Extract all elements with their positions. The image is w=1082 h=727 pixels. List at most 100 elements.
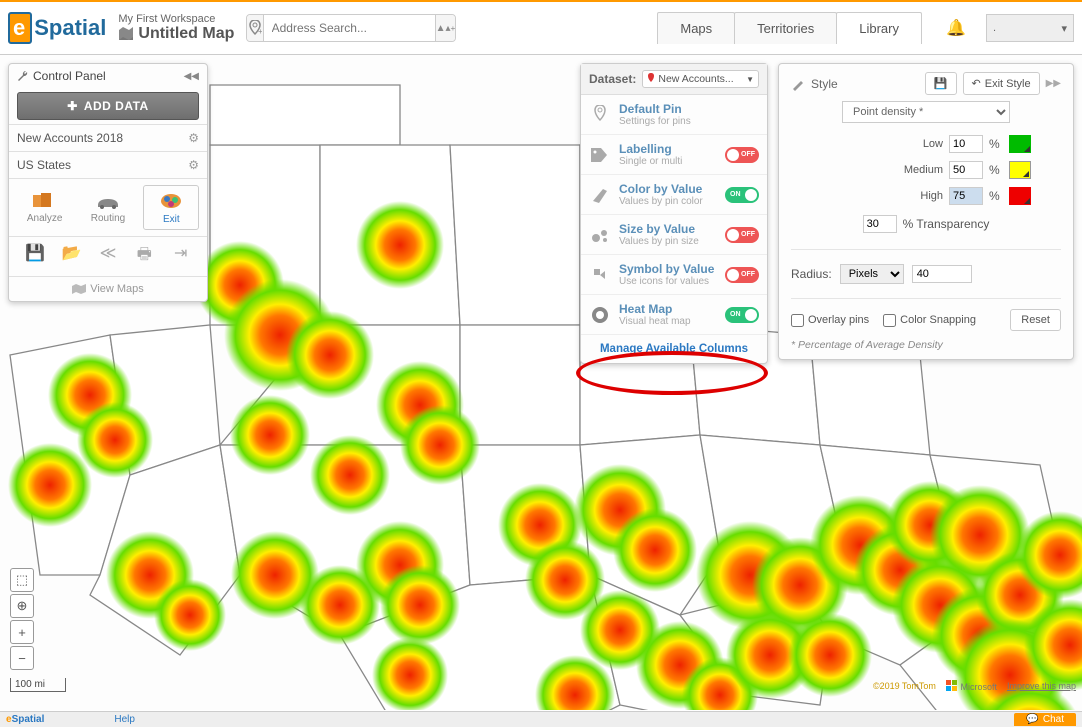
footer-logo: eSpatial (6, 714, 44, 725)
map-zoom-controls: ⬚ ⊕ + − (10, 568, 34, 670)
workspace-block: My First Workspace Untitled Map (118, 13, 234, 43)
expand-icon[interactable]: ▶▶ (1046, 78, 1061, 89)
brush-icon (791, 77, 805, 91)
high-input[interactable] (949, 187, 983, 205)
medium-color-swatch[interactable] (1009, 161, 1031, 179)
map-attribution: ©2019 TomTom Microsoft Improve this map (873, 680, 1076, 692)
low-input[interactable] (949, 135, 983, 153)
tab-territories[interactable]: Territories (734, 12, 837, 44)
help-link[interactable]: Help (114, 714, 135, 725)
shapes-icon (589, 267, 611, 283)
action-icons-row: 💾 📂 ≪ 🖶 ⇥ (9, 236, 207, 276)
toggle-heat[interactable]: ON (725, 307, 759, 323)
control-panel-header: Control Panel ◀◀ (9, 64, 207, 88)
transparency-input[interactable] (863, 215, 897, 233)
ds-item-size-by-value[interactable]: Size by ValueValues by pin size OFF (581, 215, 767, 255)
ds-item-heat-map[interactable]: Heat MapVisual heat map ON (581, 295, 767, 335)
dataset-row[interactable]: US States ⚙ (9, 151, 207, 178)
control-panel: Control Panel ◀◀ ✚ ADD DATA New Accounts… (8, 63, 208, 302)
toggle-labelling[interactable]: OFF (725, 147, 759, 163)
pin-icon (589, 105, 611, 125)
tab-library[interactable]: Library (836, 12, 922, 44)
collapse-icon[interactable]: ◀◀ (184, 71, 199, 82)
dataset-row[interactable]: New Accounts 2018 ⚙ (9, 124, 207, 151)
radius-unit-select[interactable]: Pixels (840, 264, 904, 284)
density-medium-row: Medium % (791, 161, 1061, 179)
search-pin-icon[interactable]: + (247, 15, 263, 41)
density-high-row: High % (791, 187, 1061, 205)
nav-tabs: Maps Territories Library (658, 12, 922, 44)
share-icon[interactable]: ≪ (98, 243, 118, 270)
density-low-row: Low % (791, 135, 1061, 153)
zoom-in-button[interactable]: + (10, 620, 34, 644)
gear-icon[interactable]: ⚙ (188, 158, 199, 172)
dataset-header: Dataset: New Accounts... ▼ (581, 64, 767, 95)
options-row: Overlay pins Color Snapping Reset (791, 309, 1061, 331)
control-panel-title: Control Panel (33, 69, 106, 83)
palette-icon (589, 187, 611, 203)
notifications-icon[interactable]: 🔔 (942, 14, 970, 42)
ds-item-labelling[interactable]: LabellingSingle or multi OFF (581, 135, 767, 175)
ds-item-default-pin[interactable]: Default PinSettings for pins (581, 95, 767, 135)
improve-link[interactable]: Improve this map (1007, 681, 1076, 691)
zoom-out-button[interactable]: − (10, 646, 34, 670)
map-canvas[interactable]: Control Panel ◀◀ ✚ ADD DATA New Accounts… (0, 54, 1082, 710)
search-input[interactable] (264, 15, 435, 41)
routing-tool[interactable]: Routing (80, 185, 136, 230)
medium-input[interactable] (949, 161, 983, 179)
map-title[interactable]: Untitled Map (118, 25, 234, 43)
add-data-button[interactable]: ✚ ADD DATA (17, 92, 199, 120)
workspace-name: My First Workspace (118, 13, 234, 25)
ds-item-symbol-by-value[interactable]: Symbol by ValueUse icons for values OFF (581, 255, 767, 295)
tools-row: Analyze Routing Exit (9, 178, 207, 236)
style-title: Style (811, 77, 919, 91)
ds-item-color-by-value[interactable]: Color by ValueValues by pin color ON (581, 175, 767, 215)
toggle-symbol[interactable]: OFF (725, 267, 759, 283)
radius-input[interactable] (912, 265, 972, 283)
export-icon[interactable]: ⇥ (171, 243, 191, 270)
zoom-extent-icon[interactable]: ⊕ (10, 594, 34, 618)
app-footer: eSpatial Help 💬 Chat (0, 711, 1082, 727)
tab-maps[interactable]: Maps (657, 12, 735, 44)
style-panel: Style 💾 ↶ Exit Style ▶▶ Point density * … (778, 63, 1074, 360)
folder-icon[interactable]: 📂 (62, 243, 82, 270)
chat-button[interactable]: 💬 Chat (1014, 713, 1076, 726)
plus-icon: ✚ (67, 99, 78, 113)
tag-icon (589, 148, 611, 162)
user-dropdown[interactable]: .▾ (986, 14, 1074, 42)
save-icon[interactable]: 💾 (25, 243, 45, 270)
low-color-swatch[interactable] (1009, 135, 1031, 153)
scale-bar: 100 mi (10, 678, 66, 692)
radius-row: Radius: Pixels (791, 249, 1061, 299)
footnote: * Percentage of Average Density (791, 339, 1061, 351)
density-select[interactable]: Point density * (842, 101, 1010, 123)
dataset-select[interactable]: New Accounts... ▼ (642, 70, 759, 88)
exit-style-button[interactable]: ↶ Exit Style (963, 72, 1040, 95)
view-maps-link[interactable]: View Maps (9, 276, 207, 301)
app-header: eSpatial My First Workspace Untitled Map… (0, 0, 1082, 54)
toggle-size[interactable]: OFF (725, 227, 759, 243)
map-icon (72, 284, 86, 294)
high-color-swatch[interactable] (1009, 187, 1031, 205)
color-snapping-checkbox[interactable]: Color Snapping (883, 314, 976, 327)
analyze-tool[interactable]: Analyze (17, 185, 73, 230)
wrench-icon (17, 70, 29, 82)
save-style-button[interactable]: 💾 (925, 72, 957, 95)
manage-columns-link[interactable]: Manage Available Columns (581, 335, 767, 363)
toggle-color[interactable]: ON (725, 187, 759, 203)
search-graph-icon[interactable]: ▲▴+ (435, 15, 456, 41)
copyright: ©2019 TomTom (873, 681, 936, 691)
exit-tool[interactable]: Exit (143, 185, 199, 230)
zoom-area-icon[interactable]: ⬚ (10, 568, 34, 592)
heat-icon (589, 306, 611, 324)
bubbles-icon (589, 227, 611, 243)
print-icon[interactable]: 🖶 (134, 243, 154, 270)
address-search[interactable]: + ▲▴+ (246, 14, 456, 42)
reset-button[interactable]: Reset (1010, 309, 1061, 331)
transparency-row: % Transparency (791, 215, 1061, 233)
svg-text:+: + (258, 27, 262, 36)
overlay-pins-checkbox[interactable]: Overlay pins (791, 314, 869, 327)
app-logo: eSpatial (8, 12, 106, 44)
ms-logo: Microsoft (946, 680, 997, 692)
gear-icon[interactable]: ⚙ (188, 131, 199, 145)
